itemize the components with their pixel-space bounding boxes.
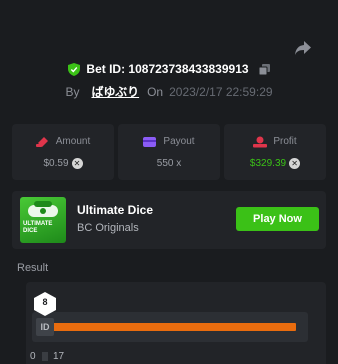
verified-shield-icon <box>68 62 81 76</box>
stat-payout: Payout 550 x <box>118 124 220 180</box>
stat-profit: Profit $329.39 ✕ <box>224 124 326 180</box>
game-card: ULTIMATE DICE Ultimate Dice BC Originals… <box>12 191 326 249</box>
bet-id-row: Bet ID: 108723738433839913 <box>0 62 338 76</box>
game-title: Ultimate Dice <box>77 203 154 217</box>
bet-meta-row: By ばゆぶり On 2023/2/17 22:59:29 <box>0 83 338 100</box>
result-bar-fill <box>44 323 296 331</box>
bet-stats: Amount $0.59 ✕ Payout 550 x Profit $329.… <box>12 124 326 180</box>
share-icon[interactable] <box>294 40 312 56</box>
dice-art-icon <box>28 201 58 217</box>
stat-value: $329.39 <box>249 157 287 169</box>
stat-value: $0.59 <box>43 157 69 169</box>
coin-icon: ✕ <box>289 157 301 169</box>
copy-icon[interactable] <box>258 63 270 75</box>
bettor-username-link[interactable]: ばゆぶり <box>91 83 139 100</box>
result-value: 8 <box>42 297 48 307</box>
on-label: On <box>147 84 164 99</box>
stat-label: Amount <box>55 136 91 147</box>
bet-date: 2023/2/17 22:59:29 <box>169 84 273 99</box>
range-max-label: 17 <box>53 351 65 362</box>
result-slider-handle[interactable]: ID <box>36 318 54 336</box>
stat-label: Payout <box>163 136 195 147</box>
money-icon <box>253 136 268 147</box>
wallet-icon <box>35 136 48 147</box>
by-label: By <box>65 84 80 99</box>
card-icon <box>143 136 157 147</box>
coin-icon: ✕ <box>71 157 83 169</box>
game-provider: BC Originals <box>77 222 139 234</box>
stat-label: Profit <box>273 136 297 147</box>
game-thumbnail[interactable]: ULTIMATE DICE <box>20 197 66 243</box>
bet-id: Bet ID: 108723738433839913 <box>86 62 249 76</box>
play-now-button[interactable]: Play Now <box>236 207 319 231</box>
stat-amount: Amount $0.59 ✕ <box>12 124 114 180</box>
result-label: Result <box>17 262 49 274</box>
game-thumb-text: ULTIMATE DICE <box>23 221 53 234</box>
range-tick <box>42 352 48 361</box>
stat-value: 550 x <box>156 157 182 169</box>
range-min-label: 0 <box>30 351 36 362</box>
